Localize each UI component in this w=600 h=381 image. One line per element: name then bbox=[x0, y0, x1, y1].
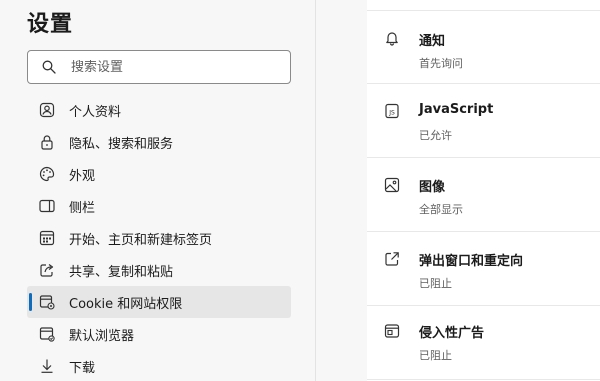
sidebar-item-label: Cookie 和网站权限 bbox=[69, 296, 183, 312]
search-box[interactable] bbox=[27, 50, 291, 84]
site-permissions-list: 通知 首先询问 JS JavaScript 已允许 图像 全部显示 弹出窗口和重… bbox=[367, 0, 600, 381]
permission-row-images[interactable]: 图像 全部显示 bbox=[367, 159, 600, 232]
ads-icon bbox=[384, 323, 400, 339]
permission-status: 首先询问 bbox=[419, 57, 463, 70]
permission-status: 已允许 bbox=[419, 129, 452, 142]
sidebar-item-label: 个人资料 bbox=[69, 104, 122, 120]
bell-icon bbox=[384, 30, 400, 46]
home-grid-icon bbox=[38, 229, 56, 247]
sidebar-item-label: 下载 bbox=[69, 360, 96, 376]
content-gutter bbox=[316, 0, 367, 381]
sidebar-item-share[interactable]: 共享、复制和粘贴 bbox=[27, 254, 291, 286]
settings-sidebar: 设置 个人资料 隐私、搜索和服务 外观 bbox=[0, 0, 316, 381]
browser-icon bbox=[38, 325, 56, 343]
search-icon bbox=[41, 59, 57, 75]
permission-title: 弹出窗口和重定向 bbox=[419, 254, 524, 269]
sidebar-item-downloads[interactable]: 下载 bbox=[27, 350, 291, 381]
permission-status: 已阻止 bbox=[419, 349, 452, 362]
permission-title: 侵入性广告 bbox=[419, 326, 485, 341]
sidebar-item-label: 隐私、搜索和服务 bbox=[69, 136, 174, 152]
permission-title: JavaScript bbox=[419, 102, 494, 117]
page-title: 设置 bbox=[27, 12, 74, 37]
search-input[interactable] bbox=[71, 59, 271, 75]
permission-row-notifications[interactable]: 通知 首先询问 bbox=[367, 11, 600, 84]
svg-text:JS: JS bbox=[388, 110, 395, 117]
permission-row-javascript[interactable]: JS JavaScript 已允许 bbox=[367, 85, 600, 158]
sidebar-item-sidebar[interactable]: 侧栏 bbox=[27, 190, 291, 222]
sidebar-item-appearance[interactable]: 外观 bbox=[27, 158, 291, 190]
sidebar-item-label: 侧栏 bbox=[69, 200, 96, 216]
sidebar-panel-icon bbox=[38, 197, 56, 215]
permission-title: 通知 bbox=[419, 34, 446, 49]
share-icon bbox=[38, 261, 56, 279]
sidebar-item-privacy[interactable]: 隐私、搜索和服务 bbox=[27, 126, 291, 158]
javascript-icon: JS bbox=[384, 103, 400, 119]
settings-nav: 个人资料 隐私、搜索和服务 外观 侧栏 开始、主页和新建标签页 共享、复制和粘贴… bbox=[27, 94, 291, 381]
lock-icon bbox=[38, 133, 56, 151]
palette-icon bbox=[38, 165, 56, 183]
sidebar-item-cookies[interactable]: Cookie 和网站权限 bbox=[27, 286, 291, 318]
sidebar-item-label: 开始、主页和新建标签页 bbox=[69, 232, 213, 248]
permission-status: 已阻止 bbox=[419, 277, 452, 290]
download-icon bbox=[38, 357, 56, 375]
sidebar-item-label: 外观 bbox=[69, 168, 96, 184]
profile-icon bbox=[38, 101, 56, 119]
sidebar-item-label: 默认浏览器 bbox=[69, 328, 135, 344]
sidebar-item-label: 共享、复制和粘贴 bbox=[69, 264, 174, 280]
sidebar-item-start-home[interactable]: 开始、主页和新建标签页 bbox=[27, 222, 291, 254]
sidebar-item-default-browser[interactable]: 默认浏览器 bbox=[27, 318, 291, 350]
permission-title: 图像 bbox=[419, 180, 446, 195]
cookie-permissions-icon bbox=[38, 293, 56, 311]
permission-row-intrusive-ads[interactable]: 侵入性广告 已阻止 bbox=[367, 307, 600, 380]
image-icon bbox=[384, 177, 400, 193]
sidebar-item-profile[interactable]: 个人资料 bbox=[27, 94, 291, 126]
permission-row-popups[interactable]: 弹出窗口和重定向 已阻止 bbox=[367, 233, 600, 306]
permission-status: 全部显示 bbox=[419, 203, 463, 216]
popup-icon bbox=[384, 251, 400, 267]
